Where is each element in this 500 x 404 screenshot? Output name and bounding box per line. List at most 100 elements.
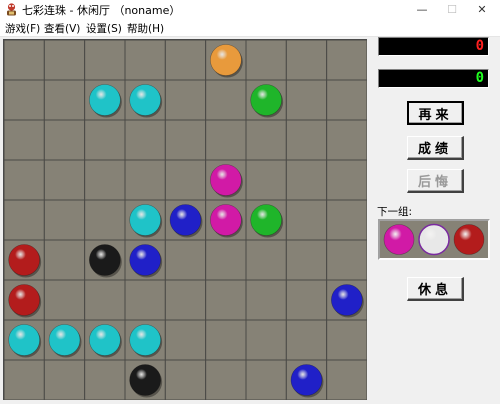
ball-blue[interactable]	[129, 244, 161, 276]
app-logo-icon	[7, 3, 16, 16]
menu-bar: 游戏(F) 查看(V) 设置(S) 帮助(H)	[0, 19, 500, 37]
board-cell[interactable]	[245, 279, 287, 321]
board-cell[interactable]	[43, 279, 86, 321]
ball-magenta[interactable]	[210, 164, 242, 196]
board-cell[interactable]	[124, 279, 166, 321]
board-cell[interactable]	[4, 40, 45, 81]
board-cell[interactable]	[164, 159, 207, 201]
board-cell[interactable]	[326, 159, 367, 201]
board-cell[interactable]	[164, 319, 207, 361]
board-cell[interactable]	[43, 119, 86, 161]
board-cell[interactable]	[43, 159, 86, 201]
ball-cyan[interactable]	[89, 84, 121, 116]
board-cell[interactable]	[43, 79, 86, 121]
window-title: 七彩连珠 - 休闲厅 （noname）	[22, 4, 181, 17]
rest-button[interactable]: 休息	[407, 277, 464, 301]
board-cell[interactable]	[43, 239, 86, 281]
board-cell[interactable]	[245, 359, 287, 400]
menu-view[interactable]: 查看(V)	[44, 21, 80, 36]
board-cell[interactable]	[124, 119, 166, 161]
menu-settings[interactable]: 设置(S)	[86, 21, 122, 36]
board-cell[interactable]	[205, 359, 247, 400]
board-cell[interactable]	[245, 239, 287, 281]
board-cell[interactable]	[285, 279, 328, 321]
records-button[interactable]: 成绩	[407, 136, 464, 160]
board-cell[interactable]	[124, 159, 166, 201]
ball-green[interactable]	[250, 84, 282, 116]
ball-orange[interactable]	[210, 44, 242, 76]
board-cell[interactable]	[326, 239, 367, 281]
ball-cyan[interactable]	[129, 84, 161, 116]
board-cell[interactable]	[164, 119, 207, 161]
game-board[interactable]	[3, 39, 367, 400]
ball-cyan[interactable]	[129, 204, 161, 236]
board-cell[interactable]	[285, 239, 328, 281]
board-cell[interactable]	[326, 119, 367, 161]
board-cell[interactable]	[285, 199, 328, 241]
board-cell[interactable]	[326, 40, 367, 81]
ball-cyan[interactable]	[129, 324, 161, 356]
board-cell[interactable]	[164, 239, 207, 281]
board-cell[interactable]	[205, 239, 247, 281]
next-group-label: 下一组:	[377, 206, 413, 218]
undo-button[interactable]: 后悔	[407, 169, 464, 193]
maximize-button[interactable]: ☐	[437, 0, 467, 19]
board-cell[interactable]	[84, 199, 126, 241]
board-cell[interactable]	[205, 79, 247, 121]
board-cell[interactable]	[285, 79, 328, 121]
board-cell[interactable]	[4, 359, 45, 400]
game-window: 七彩连珠 - 休闲厅 （noname） — ☐ ✕ 游戏(F) 查看(V) 设置…	[0, 0, 500, 404]
board-cell[interactable]	[326, 199, 367, 241]
board-cell[interactable]	[245, 119, 287, 161]
board-cell[interactable]	[43, 359, 86, 400]
board-cell[interactable]	[326, 319, 367, 361]
menu-help[interactable]: 帮助(H)	[127, 21, 164, 36]
ball-cyan[interactable]	[89, 324, 121, 356]
board-cell[interactable]	[124, 40, 166, 81]
board-cell[interactable]	[84, 119, 126, 161]
board-cell[interactable]	[4, 199, 45, 241]
board-cell[interactable]	[326, 359, 367, 400]
ball-red[interactable]	[8, 284, 40, 316]
ball-blue[interactable]	[290, 364, 323, 396]
board-cell[interactable]	[285, 40, 328, 81]
board-cell[interactable]	[285, 119, 328, 161]
minimize-button[interactable]: —	[407, 0, 437, 19]
ball-black[interactable]	[89, 244, 121, 276]
board-cell[interactable]	[4, 159, 45, 201]
board-cell[interactable]	[164, 359, 207, 400]
board-cell[interactable]	[4, 119, 45, 161]
menu-game[interactable]: 游戏(F)	[5, 21, 40, 36]
ball-red[interactable]	[8, 244, 40, 276]
ball-cyan[interactable]	[8, 324, 40, 356]
title-bar[interactable]: 七彩连珠 - 休闲厅 （noname） — ☐ ✕	[0, 0, 500, 19]
board-cell[interactable]	[285, 319, 328, 361]
board-cell[interactable]	[245, 40, 287, 81]
board-cell[interactable]	[205, 279, 247, 321]
ball-green[interactable]	[250, 204, 282, 236]
board-cell[interactable]	[164, 279, 207, 321]
ball-magenta[interactable]	[210, 204, 242, 236]
board-cell[interactable]	[205, 119, 247, 161]
board-cell[interactable]	[164, 79, 207, 121]
board-cell[interactable]	[84, 359, 126, 400]
ball-blue[interactable]	[169, 204, 202, 236]
ball-black[interactable]	[129, 364, 161, 396]
board-cell[interactable]	[164, 40, 207, 81]
board-cell[interactable]	[326, 79, 367, 121]
board-cell[interactable]	[245, 159, 287, 201]
board-cell[interactable]	[84, 159, 126, 201]
board-cell[interactable]	[84, 279, 126, 321]
board-cell[interactable]	[205, 319, 247, 361]
board-grid[interactable]	[4, 40, 367, 400]
board-cell[interactable]	[43, 199, 86, 241]
board-cell[interactable]	[245, 319, 287, 361]
ball-blue[interactable]	[331, 284, 363, 316]
board-cell[interactable]	[285, 159, 328, 201]
board-cell[interactable]	[4, 79, 45, 121]
board-cell[interactable]	[84, 40, 126, 81]
ball-cyan[interactable]	[48, 324, 81, 356]
play-again-button[interactable]: 再来	[407, 101, 464, 125]
board-cell[interactable]	[43, 40, 86, 81]
close-button[interactable]: ✕	[467, 0, 497, 19]
